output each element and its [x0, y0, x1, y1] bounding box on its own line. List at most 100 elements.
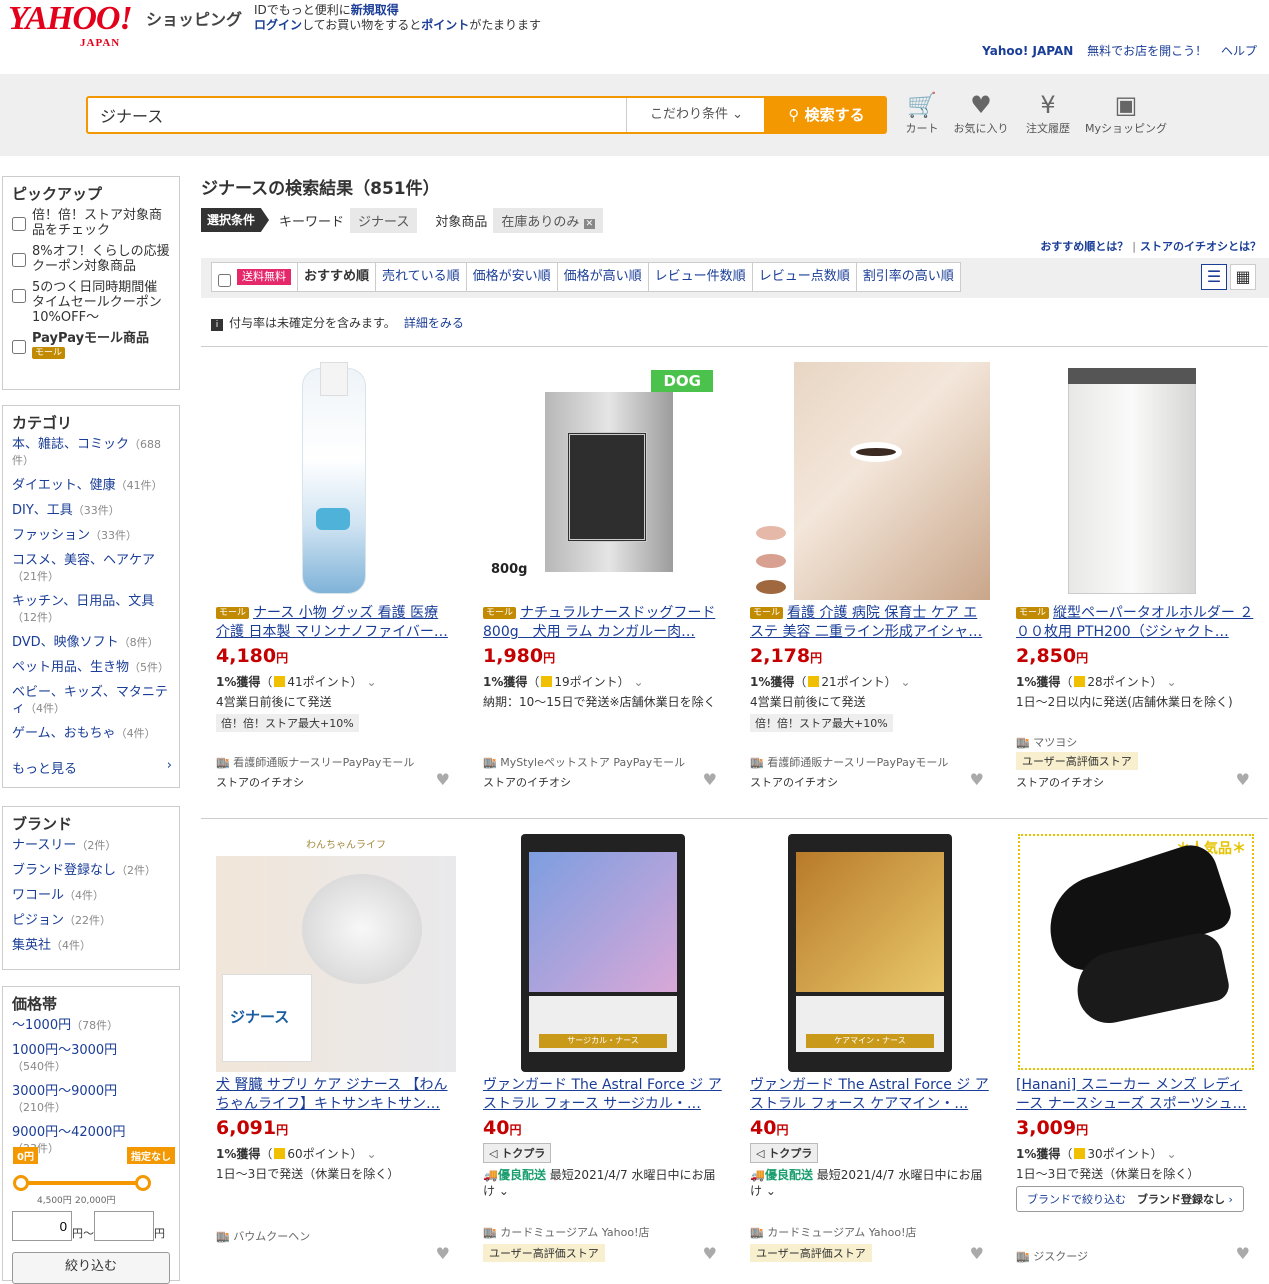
sort-option[interactable]: おすすめ順 [297, 263, 375, 291]
filter-submit-button[interactable]: 絞り込む [12, 1252, 170, 1284]
category-item[interactable]: ファッション（33件） [12, 528, 170, 544]
favorites-button[interactable]: ♥ お気に入り [952, 90, 1010, 136]
brand-name[interactable]: ナースリー [12, 838, 76, 853]
category-item[interactable]: ゲーム、おもちゃ（4件） [12, 726, 170, 742]
ichioshi-label[interactable]: ストアのイチオシ [750, 774, 838, 790]
favorite-heart-icon[interactable]: ♥ [970, 770, 984, 789]
points-info[interactable]: 1%獲得（ 60ポイント） ⌄ [216, 1145, 456, 1162]
keyword-chip[interactable]: ジナース [350, 207, 418, 233]
category-name[interactable]: DVD、映像ソフト [12, 635, 119, 650]
details-link[interactable]: 詳細をみる [404, 316, 464, 330]
category-name[interactable]: ダイエット、健康 [12, 478, 116, 493]
max-slider-handle[interactable] [135, 1175, 151, 1191]
myshopping-button[interactable]: ▣ Myショッピング [1084, 90, 1168, 136]
brand-item[interactable]: ワコール（4件） [12, 888, 170, 904]
product-card[interactable]: ＊人気品＊ [Hanani] スニーカー メンズ レディース ナースシューズ スポ… [1016, 834, 1256, 1274]
favorite-heart-icon[interactable]: ♥ [1236, 770, 1250, 789]
brand-name[interactable]: ブランド登録なし [12, 863, 116, 878]
product-name-link[interactable]: [Hanani] スニーカー メンズ レディース ナースシューズ スポーツシュ… [1016, 1076, 1256, 1114]
brand-item[interactable]: ピジョン（22件） [12, 913, 170, 929]
product-image[interactable]: ジナース わんちゃんライフ [216, 834, 456, 1072]
pricefilter-name[interactable]: 9000円～42000円 [12, 1125, 125, 1140]
list-view-icon[interactable]: ☰ [1201, 264, 1227, 290]
brand-filter-button[interactable]: ブランドで絞り込む ブランド登録なし › [1016, 1186, 1244, 1212]
product-image[interactable] [1016, 362, 1256, 600]
sort-option[interactable]: レビュー点数順 [751, 263, 856, 291]
brand-item[interactable]: ナースリー（2件） [12, 838, 170, 854]
store-name[interactable]: 🏬 マツヨシ [1016, 734, 1077, 750]
condition-dropdown[interactable]: こだわり条件 ⌄ [626, 98, 766, 132]
cart-button[interactable]: 🛒 カート [900, 90, 944, 136]
pickup-checkbox[interactable] [12, 217, 26, 231]
favorite-heart-icon[interactable]: ♥ [970, 1244, 984, 1263]
favorite-heart-icon[interactable]: ♥ [1236, 1244, 1250, 1263]
product-card[interactable]: ケアマイン・ナース ヴァンガード The Astral Force ジ アストラル… [750, 834, 990, 1274]
category-name[interactable]: ペット用品、生き物 [12, 660, 129, 675]
pickup-item[interactable]: 8%オフ！くらしの応援クーポン対象商品 [3, 244, 179, 274]
favorite-heart-icon[interactable]: ♥ [436, 770, 450, 789]
product-image[interactable]: ＊人気品＊ [1016, 834, 1256, 1072]
yahoo-logo[interactable]: YAHOO! JAPAN [8, 0, 133, 49]
pricefilter-item[interactable]: 3000円～9000円 （210件） [12, 1084, 170, 1116]
free-shipping-checkbox[interactable] [218, 270, 231, 291]
ichioshi-label[interactable]: ストアのイチオシ [483, 774, 571, 790]
product-name-link[interactable]: モール 看護 介護 病院 保育士 ケア エステ 美容 二重ライン形成アイシャ… [750, 604, 990, 642]
product-image[interactable]: サージカル・ナース [483, 834, 723, 1072]
signup-link[interactable]: 新規取得 [351, 3, 399, 17]
more-categories-link[interactable]: もっと見る › [12, 758, 172, 777]
product-card[interactable]: ジナース わんちゃんライフ犬 腎臓 サプリ ケア ジナース 【わんちゃんライフ】キ… [216, 834, 456, 1274]
shopping-title[interactable]: ショッピング [146, 6, 242, 30]
product-image[interactable] [216, 362, 456, 600]
free-shipping-filter[interactable]: 送料無料 [212, 263, 297, 291]
product-name-link[interactable]: ヴァンガード The Astral Force ジ アストラル フォース ケアマ… [750, 1076, 990, 1114]
brand-item[interactable]: ブランド登録なし（2件） [12, 863, 170, 879]
brand-item[interactable]: 集英社（4件） [12, 938, 170, 954]
product-name-link[interactable]: モール ナース 小物 グッズ 看護 医療 介護 日本製 マリンナノファイバー… [216, 604, 456, 642]
product-card[interactable]: モール ナース 小物 グッズ 看護 医療 介護 日本製 マリンナノファイバー… 4,… [216, 362, 456, 802]
category-item[interactable]: DVD、映像ソフト（8件） [12, 635, 170, 651]
price-slider[interactable]: 0円 指定なし 4,500円 20,000円 [13, 1147, 175, 1207]
favorite-heart-icon[interactable]: ♥ [703, 1244, 717, 1263]
point-link[interactable]: ポイント [421, 18, 469, 32]
category-name[interactable]: ゲーム、おもちゃ [12, 726, 116, 741]
pricefilter-item[interactable]: ～1000円（78件） [12, 1018, 170, 1034]
points-info[interactable]: 1%獲得（ 28ポイント） ⌄ [1016, 673, 1256, 690]
sort-option[interactable]: 売れている順 [375, 263, 466, 291]
product-image[interactable]: DOG 800g [483, 362, 723, 600]
store-name[interactable]: 🏬 看護師通販ナースリーPayPayモール [750, 754, 948, 770]
product-image[interactable] [750, 362, 990, 600]
pickup-item[interactable]: 5のつく日同時期間催タイムセールクーポン10%OFF～ [3, 280, 179, 325]
store-name[interactable]: 🏬 カードミュージアム Yahoo!店 [750, 1224, 917, 1240]
favorite-heart-icon[interactable]: ♥ [436, 1244, 450, 1263]
product-card[interactable]: サージカル・ナースヴァンガード The Astral Force ジ アストラル… [483, 834, 723, 1274]
category-name[interactable]: DIY、工具 [12, 503, 73, 518]
help-link[interactable]: ヘルプ [1221, 44, 1257, 58]
sort-option[interactable]: 割引率の高い順 [855, 263, 960, 291]
target-chip[interactable]: 在庫ありのみ ✕ [493, 207, 604, 233]
brand-name[interactable]: 集英社 [12, 938, 51, 953]
category-item[interactable]: ベビー、キッズ、マタニティ（4件） [12, 685, 170, 717]
ichioshi-label[interactable]: ストアのイチオシ [216, 774, 304, 790]
pricefilter-item[interactable]: 1000円～3000円 （540件） [12, 1043, 170, 1075]
pickup-checkbox[interactable] [12, 253, 26, 267]
points-info[interactable]: 1%獲得（ 19ポイント） ⌄ [483, 673, 723, 690]
favorite-heart-icon[interactable]: ♥ [703, 770, 717, 789]
ichioshi-label[interactable]: ストアのイチオシ [1016, 774, 1104, 790]
pricefilter-name[interactable]: 3000円～9000円 [12, 1084, 117, 1099]
pickup-checkbox[interactable] [12, 340, 26, 354]
points-info[interactable]: 1%獲得（ 30ポイント） ⌄ [1016, 1145, 1256, 1162]
min-price-input[interactable] [12, 1211, 72, 1241]
sort-option[interactable]: レビュー件数順 [647, 263, 752, 291]
yahoo-japan-link[interactable]: Yahoo! JAPAN [982, 44, 1073, 58]
category-item[interactable]: コスメ、美容、ヘアケア （21件） [12, 553, 170, 585]
sort-help-link[interactable]: おすすめ順とは？ [1040, 240, 1128, 253]
points-info[interactable]: 1%獲得（ 41ポイント） ⌄ [216, 673, 456, 690]
open-store-link[interactable]: 無料でお店を開こう！ [1087, 44, 1207, 58]
product-name[interactable]: ナース 小物 グッズ 看護 医療 介護 日本製 マリンナノファイバー… [216, 605, 448, 640]
store-name[interactable]: 🏬 ジスクージ [1016, 1248, 1088, 1264]
product-name[interactable]: 看護 介護 病院 保育士 ケア エステ 美容 二重ライン形成アイシャ… [750, 605, 982, 640]
ichioshi-help-link[interactable]: ストアのイチオシとは？ [1140, 240, 1261, 253]
max-price-input[interactable] [94, 1211, 154, 1241]
product-card[interactable]: モール 縦型ペーパータオルホルダー ２００枚用 PTH200（ジシャクト… 2,85… [1016, 362, 1256, 802]
product-name-link[interactable]: ヴァンガード The Astral Force ジ アストラル フォース サージ… [483, 1076, 723, 1114]
